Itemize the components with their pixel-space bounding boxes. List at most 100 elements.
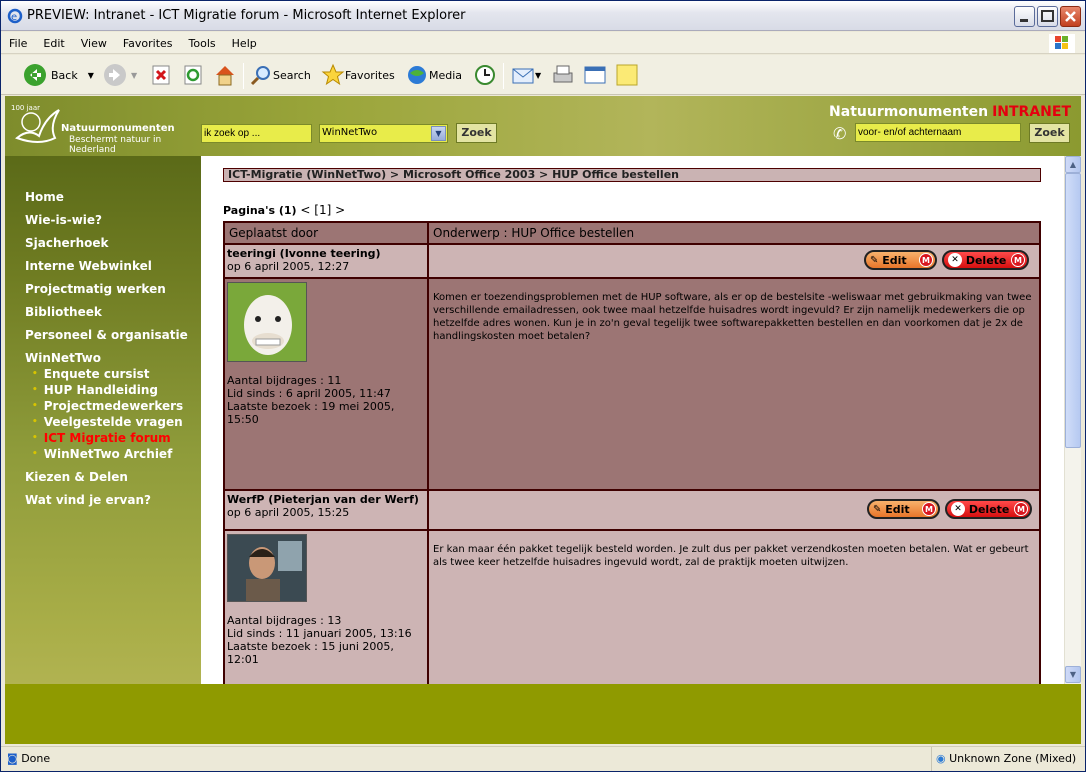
close-button[interactable] <box>1060 6 1081 27</box>
post-body-row: Aantal bijdrages : 11 Lid sinds : 6 apri… <box>223 277 1041 491</box>
menu-file[interactable]: File <box>1 33 35 50</box>
natuurmonumenten-logo[interactable]: 100 jaar Natuurmonumenten Beschermt natu… <box>9 98 199 155</box>
menu-view[interactable]: View <box>73 33 115 50</box>
menu-tools[interactable]: Tools <box>181 33 224 50</box>
search-button[interactable]: Search <box>249 61 311 89</box>
edit-page-button[interactable] <box>583 61 607 89</box>
logo-100-jaar: 100 jaar <box>11 104 40 112</box>
avatar-goat <box>227 282 307 362</box>
sidebar-item-bibliotheek[interactable]: Bibliotheek <box>25 305 102 319</box>
note-icon <box>616 64 638 86</box>
post-lid-sinds: Lid sinds : 6 april 2005, 11:47 <box>227 387 391 400</box>
moderator-icon: M <box>919 253 933 267</box>
delete-button[interactable]: ✕ Delete M <box>942 250 1029 270</box>
sidebar-item-projectmatig[interactable]: Projectmatig werken <box>25 282 166 296</box>
forward-dropdown-icon[interactable]: ▼ <box>131 71 137 80</box>
status-bar: ◙ Done ◉ Unknown Zone (Mixed) <box>1 746 1085 771</box>
mail-button[interactable]: ▼ <box>511 61 541 89</box>
maximize-button[interactable] <box>1037 6 1058 27</box>
breadcrumb[interactable]: ICT-Migratie (WinNetTwo) > Microsoft Off… <box>223 168 1041 182</box>
post-date: op 6 april 2005, 15:25 <box>227 506 350 519</box>
forward-button[interactable]: ▼ <box>103 61 137 89</box>
pages-nav[interactable]: < [1] > <box>300 203 345 217</box>
print-button[interactable] <box>551 61 575 89</box>
mail-dropdown-icon[interactable]: ▼ <box>535 71 541 80</box>
vertical-scrollbar[interactable]: ▲ ▼ <box>1064 156 1081 684</box>
scroll-thumb[interactable] <box>1065 173 1081 448</box>
moderator-icon: M <box>1011 253 1025 267</box>
messenger-button[interactable] <box>615 61 639 89</box>
search-label: Search <box>273 68 311 82</box>
sidebar-subitem-winnettwo-archief[interactable]: WinNetTwo Archief <box>32 447 173 461</box>
title-bar: e PREVIEW: Intranet - ICT Migratie forum… <box>1 1 1085 31</box>
brand-name: Natuurmonumenten <box>829 104 989 120</box>
sidebar-item-sjacherhoek[interactable]: Sjacherhoek <box>25 236 108 250</box>
delete-label: Delete <box>968 502 1010 516</box>
minimize-button[interactable] <box>1014 6 1035 27</box>
favorites-button[interactable]: Favorites <box>321 61 395 89</box>
edit-button[interactable]: ✎ Edit M <box>867 499 940 519</box>
history-icon <box>475 65 495 85</box>
sidebar-item-webwinkel[interactable]: Interne Webwinkel <box>25 259 152 273</box>
sidebar-subitem-projectmedewerkers[interactable]: Projectmedewerkers <box>32 399 183 413</box>
history-button[interactable] <box>473 61 497 89</box>
chevron-down-icon: ▼ <box>431 126 446 141</box>
name-search-button[interactable]: Zoek <box>1029 123 1070 143</box>
post-author: teeringi (Ivonne teering) <box>227 247 381 260</box>
menu-edit[interactable]: Edit <box>35 33 72 50</box>
post-bijdrages: Aantal bijdrages : 13 <box>227 614 342 627</box>
name-search-input[interactable] <box>855 123 1021 142</box>
search-icon <box>250 66 270 86</box>
site-search-select[interactable]: WinNetTwo ▼ <box>319 124 448 143</box>
sidebar-subitem-veelgestelde-vragen[interactable]: Veelgestelde vragen <box>32 415 183 429</box>
window-title: PREVIEW: Intranet - ICT Migratie forum -… <box>27 8 466 23</box>
brand-title: Natuurmonumenten INTRANET <box>829 104 1071 120</box>
stop-button[interactable] <box>151 61 171 89</box>
post-header-row: teeringi (Ivonne teering) op 6 april 200… <box>223 243 1041 279</box>
logo-subtitle: Beschermt natuur in Nederland <box>69 135 162 155</box>
home-button[interactable] <box>213 61 237 89</box>
site-search-input[interactable] <box>201 124 312 143</box>
media-globe-icon <box>408 66 426 84</box>
site-search-button[interactable]: Zoek <box>456 123 497 143</box>
post-author: WerfP (Pieterjan van der Werf) <box>227 493 419 506</box>
back-dropdown-icon[interactable]: ▼ <box>88 71 94 80</box>
column-header-author: Geplaatst door <box>223 221 429 245</box>
edit-button[interactable]: ✎ Edit M <box>864 250 937 270</box>
sidebar-item-personeel[interactable]: Personeel & organisatie <box>25 328 188 342</box>
sidebar-nav: Home Wie-is-wie? Sjacherhoek Interne Web… <box>5 156 201 744</box>
sidebar-item-winnettwo[interactable]: WinNetTwo <box>25 351 101 365</box>
post-lid-sinds: Lid sinds : 11 januari 2005, 13:16 <box>227 627 412 640</box>
logo-name: Natuurmonumenten <box>61 123 175 134</box>
refresh-button[interactable] <box>183 61 203 89</box>
browser-window: e PREVIEW: Intranet - ICT Migratie forum… <box>0 0 1086 772</box>
close-icon <box>1065 11 1076 22</box>
media-label: Media <box>429 68 463 82</box>
site-search-select-value: WinNetTwo <box>322 127 378 138</box>
delete-label: Delete <box>965 253 1007 267</box>
edit-label: Edit <box>885 502 910 516</box>
refresh-icon <box>184 65 202 85</box>
sidebar-subitem-ict-migratie-forum[interactable]: ICT Migratie forum <box>32 431 171 445</box>
sidebar-item-wat-vind-je[interactable]: Wat vind je ervan? <box>25 493 151 507</box>
sidebar-item-home[interactable]: Home <box>25 190 64 204</box>
stop-icon <box>152 65 170 85</box>
media-button[interactable]: Media <box>405 61 462 89</box>
edit-label: Edit <box>882 253 907 267</box>
sidebar-subitem-hup-handleiding[interactable]: HUP Handleiding <box>32 383 158 397</box>
sidebar-item-wie-is-wie[interactable]: Wie-is-wie? <box>25 213 102 227</box>
scroll-up-icon[interactable]: ▲ <box>1065 156 1081 173</box>
sidebar-subitem-enquete[interactable]: Enquete cursist <box>32 367 150 381</box>
back-arrow-icon <box>24 64 46 86</box>
site-header: 100 jaar Natuurmonumenten Beschermt natu… <box>5 96 1081 156</box>
scroll-down-icon[interactable]: ▼ <box>1065 666 1081 683</box>
maximize-icon <box>1041 10 1054 22</box>
mail-icon <box>512 68 534 84</box>
back-button[interactable]: Back ▼ <box>23 61 94 89</box>
delete-button[interactable]: ✕ Delete M <box>945 499 1032 519</box>
menu-help[interactable]: Help <box>224 33 265 50</box>
status-text: ◙ Done <box>7 752 50 765</box>
ie-icon: e <box>7 8 23 24</box>
menu-favorites[interactable]: Favorites <box>115 33 181 50</box>
sidebar-item-kiezen-delen[interactable]: Kiezen & Delen <box>25 470 128 484</box>
